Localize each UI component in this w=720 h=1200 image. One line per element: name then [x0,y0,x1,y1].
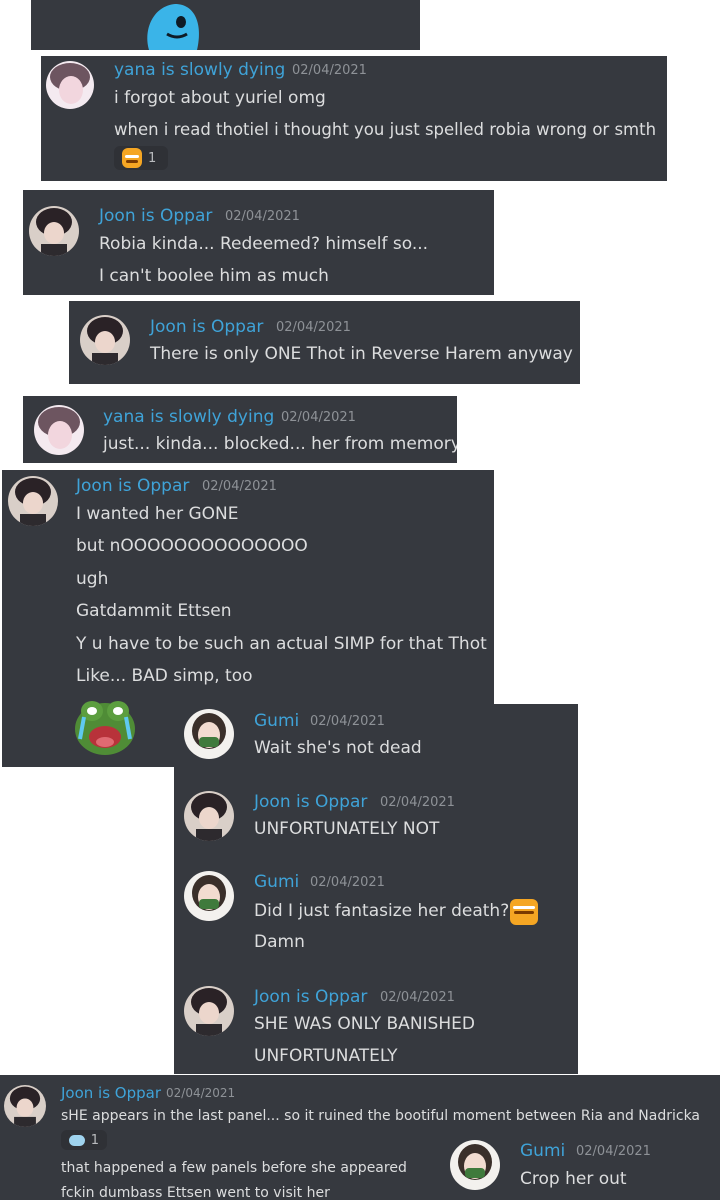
reaction-button[interactable]: 1 [114,146,168,170]
timestamp: 02/04/2021 [380,795,455,810]
message-text: but nOOOOOOOOOOOOOO [76,536,308,556]
avatar[interactable] [184,871,234,921]
avatar[interactable] [184,986,234,1036]
timestamp: 02/04/2021 [310,714,385,729]
message-text: UNFORTUNATELY [254,1046,398,1066]
username[interactable]: Gumi [254,711,299,731]
message-text: Robia kinda... Redeemed? himself so... [99,234,429,254]
timestamp: 02/04/2021 [281,410,356,425]
message-card: yana is slowly dying 02/04/2021 i forgot… [41,56,667,181]
username[interactable]: Gumi [520,1141,565,1161]
crying-frog-emoji-icon [75,701,135,755]
message-text: I wanted her GONE [76,504,239,524]
message-card: Joon is Oppar 02/04/2021 Robia kinda... … [23,190,494,295]
reaction-count: 1 [148,150,157,166]
grimacing-emoji-icon [122,148,142,168]
blue-character-sticker-icon [147,4,199,50]
message-text: Gatdammit Ettsen [76,601,232,621]
message-text: Did I just fantasize her death? [254,901,510,921]
avatar[interactable] [80,315,130,365]
message-text: Crop her out [520,1169,627,1189]
timestamp: 02/04/2021 [166,1086,236,1100]
username[interactable]: Joon is Oppar [61,1084,161,1102]
grimacing-emoji-icon [510,899,538,925]
timestamp: 02/04/2021 [576,1144,651,1159]
avatar[interactable] [8,476,58,526]
message-text: Damn [254,932,305,952]
username[interactable]: Joon is Oppar [254,792,367,812]
avatar[interactable] [46,61,94,109]
message-text: Y u have to be such an actual SIMP for t… [76,634,487,654]
reaction-count: 1 [90,1132,99,1148]
message-text: fckin dumbass Ettsen went to visit her [61,1185,330,1200]
message-text: ugh [76,569,109,589]
username[interactable]: Joon is Oppar [150,317,263,337]
message-text: when i read thotiel i thought you just s… [114,120,657,139]
username[interactable]: Joon is Oppar [254,987,367,1007]
message-card: Gumi 02/04/2021 Wait she's not dead Joon… [174,704,578,1074]
username[interactable]: Joon is Oppar [76,476,189,496]
avatar[interactable] [4,1085,46,1127]
message-text: that happened a few panels before she ap… [61,1160,407,1176]
timestamp: 02/04/2021 [202,479,277,494]
username[interactable]: yana is slowly dying [103,407,274,427]
message-text: i forgot about yuriel omg [114,88,326,108]
message-card: Joon is Oppar 02/04/2021 sHE appears in … [0,1075,720,1200]
timestamp: 02/04/2021 [225,209,300,224]
message-text: Like... BAD simp, too [76,666,253,686]
message-text: SHE WAS ONLY BANISHED [254,1014,475,1034]
timestamp: 02/04/2021 [276,320,351,335]
username[interactable]: Gumi [254,872,299,892]
message-text: sHE appears in the last panel... so it r… [61,1108,701,1124]
message-text: just... kinda... blocked... her from mem… [103,434,457,454]
message-card: yana is slowly dying 02/04/2021 just... … [23,396,457,463]
timestamp: 02/04/2021 [380,990,455,1005]
avatar[interactable] [29,206,79,256]
message-card-top-cropped [31,0,420,50]
message-text: Wait she's not dead [254,738,422,758]
message-text: UNFORTUNATELY NOT [254,819,440,839]
avatar[interactable] [184,709,234,759]
avatar[interactable] [34,405,84,455]
username[interactable]: Joon is Oppar [99,206,212,226]
timestamp: 02/04/2021 [292,63,367,78]
timestamp: 02/04/2021 [310,875,385,890]
avatar[interactable] [184,791,234,841]
message-text: There is only ONE Thot in Reverse Harem … [150,344,573,364]
cloud-emoji-icon [69,1134,85,1146]
reaction-button[interactable]: 1 [61,1130,107,1150]
username[interactable]: yana is slowly dying [114,60,285,80]
message-card: Joon is Oppar 02/04/2021 There is only O… [69,301,580,384]
avatar[interactable] [450,1140,500,1190]
message-text: I can't boolee him as much [99,266,329,286]
